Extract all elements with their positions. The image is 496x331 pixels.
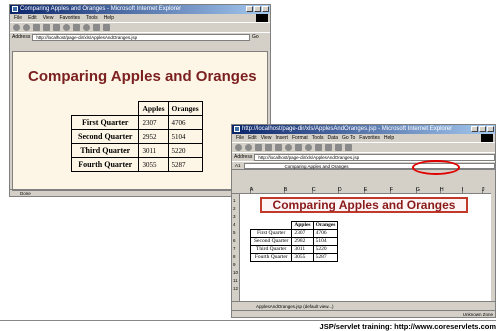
menu-help[interactable]: Help xyxy=(384,134,394,142)
menu-edit[interactable]: Edit xyxy=(28,14,37,22)
table-row: Second Quarter 2982 5104 xyxy=(249,237,339,246)
browser-title: Comparing Apples and Oranges - Microsoft… xyxy=(20,6,182,12)
menu-favorites[interactable]: Favorites xyxy=(359,134,380,142)
favorites-icon[interactable] xyxy=(295,144,302,151)
refresh-icon[interactable] xyxy=(43,24,50,31)
table-row: Fourth Quarter 3055 5287 xyxy=(249,253,339,262)
status-text: Done xyxy=(20,191,31,196)
page-title: Comparing Apples and Oranges xyxy=(28,68,257,85)
cell-reference[interactable]: A1 xyxy=(235,163,241,168)
browser-menubar: File Edit View Favorites Tools Help xyxy=(10,14,270,22)
browser-toolbar xyxy=(10,22,270,32)
status-zone: Unknown Zone xyxy=(462,312,493,317)
spreadsheet-grid[interactable]: A B C D E F G H I J 1 2 3 4 5 6 7 8 9 10… xyxy=(232,187,491,302)
search-icon[interactable] xyxy=(285,144,292,151)
sheet-tab[interactable]: ApplesAndOranges.jsp (default view...) xyxy=(256,304,334,309)
table-row: Second Quarter 2952 5104 xyxy=(70,129,203,144)
home-icon[interactable] xyxy=(275,144,282,151)
address-input[interactable]: http://localhost/page-dir/xls/ApplesAndO… xyxy=(32,33,250,41)
page-content: Comparing Apples and Oranges Apples Oran… xyxy=(12,51,268,191)
column-headers: A B C D E F G H I J xyxy=(232,187,491,194)
close-button[interactable] xyxy=(262,6,269,12)
header-apples: Apples xyxy=(291,221,314,230)
address-label: Address xyxy=(234,154,253,160)
excel-window: http://localhost/page-dir/xls/ApplesAndO… xyxy=(231,124,496,318)
footer-divider xyxy=(0,320,496,321)
header-oranges: Oranges xyxy=(312,221,339,230)
excel-toolbar xyxy=(232,142,495,152)
forward-icon[interactable] xyxy=(245,144,252,151)
menu-goto[interactable]: Go To xyxy=(342,134,355,142)
sheet-data-table: Apples Oranges First Quarter 2307 4706 S… xyxy=(249,221,339,262)
browser-title-bar[interactable]: Comparing Apples and Oranges - Microsoft… xyxy=(10,5,270,14)
table-row: Third Quarter 3011 5220 xyxy=(70,143,203,158)
minimize-button[interactable] xyxy=(471,126,478,132)
ie-icon xyxy=(12,6,18,12)
windows-logo-icon xyxy=(256,14,268,22)
mail-icon[interactable] xyxy=(93,24,100,31)
menu-view[interactable]: View xyxy=(43,14,54,22)
table-row: Fourth Quarter 3055 5287 xyxy=(70,157,203,172)
cut-icon[interactable] xyxy=(325,144,332,151)
excel-title: http://localhost/page-dir/xls/ApplesAndO… xyxy=(242,126,453,132)
search-icon[interactable] xyxy=(63,24,70,31)
address-label: Address xyxy=(12,34,31,40)
sheet-title: Comparing Apples and Oranges xyxy=(260,197,468,213)
windows-logo-icon xyxy=(481,134,493,142)
footer-text: JSP/servlet training: http://www.coreser… xyxy=(319,322,496,331)
header-oranges: Oranges xyxy=(167,101,203,116)
maximize-button[interactable] xyxy=(254,6,261,12)
copy-icon[interactable] xyxy=(335,144,342,151)
refresh-icon[interactable] xyxy=(265,144,272,151)
history-icon[interactable] xyxy=(83,24,90,31)
menu-insert[interactable]: Insert xyxy=(275,134,288,142)
table-row: Third Quarter 3011 5220 xyxy=(249,245,339,254)
address-bar: Address http://localhost/page-dir/xls/Ap… xyxy=(10,32,270,41)
window-controls xyxy=(471,126,494,132)
table-row: First Quarter 2307 4706 xyxy=(70,115,203,130)
home-icon[interactable] xyxy=(53,24,60,31)
menu-edit[interactable]: Edit xyxy=(248,134,257,142)
table-row: First Quarter 2307 4706 xyxy=(249,229,339,238)
menu-view[interactable]: View xyxy=(261,134,272,142)
stop-icon[interactable] xyxy=(33,24,40,31)
status-bar: Unknown Zone xyxy=(232,310,495,317)
minimize-button[interactable] xyxy=(246,6,253,12)
history-icon[interactable] xyxy=(305,144,312,151)
stop-icon[interactable] xyxy=(255,144,262,151)
excel-title-bar[interactable]: http://localhost/page-dir/xls/ApplesAndO… xyxy=(232,125,495,134)
menu-file[interactable]: File xyxy=(236,134,244,142)
header-apples: Apples xyxy=(138,101,169,116)
data-table: Apples Oranges First Quarter 2307 4706 S… xyxy=(70,101,203,172)
close-button[interactable] xyxy=(487,126,494,132)
ie-icon xyxy=(234,126,240,132)
excel-menubar: File Edit View Insert Format Tools Data … xyxy=(232,134,495,142)
menu-data[interactable]: Data xyxy=(327,134,338,142)
window-controls xyxy=(246,6,269,12)
back-icon[interactable] xyxy=(235,144,242,151)
print-icon[interactable] xyxy=(103,24,110,31)
menu-file[interactable]: File xyxy=(14,14,22,22)
menu-format[interactable]: Format xyxy=(292,134,308,142)
row-headers: 1 2 3 4 5 6 7 8 9 10 11 12 xyxy=(232,194,240,302)
maximize-button[interactable] xyxy=(479,126,486,132)
back-icon[interactable] xyxy=(13,24,20,31)
menu-help[interactable]: Help xyxy=(104,14,114,22)
print-icon[interactable] xyxy=(315,144,322,151)
sheet-tabs: ApplesAndOranges.jsp (default view...) xyxy=(232,301,495,310)
menu-favorites[interactable]: Favorites xyxy=(59,14,80,22)
menu-tools[interactable]: Tools xyxy=(312,134,324,142)
highlight-oval xyxy=(412,160,460,175)
forward-icon[interactable] xyxy=(23,24,30,31)
address-bar: Address http://localhost/page-dir/xls/Ap… xyxy=(232,152,495,161)
go-button[interactable]: Go xyxy=(252,34,270,40)
favorites-icon[interactable] xyxy=(73,24,80,31)
menu-tools[interactable]: Tools xyxy=(86,14,98,22)
paste-icon[interactable] xyxy=(345,144,352,151)
address-input[interactable]: http://localhost/page-dir/xls/ApplesAndO… xyxy=(254,153,495,161)
